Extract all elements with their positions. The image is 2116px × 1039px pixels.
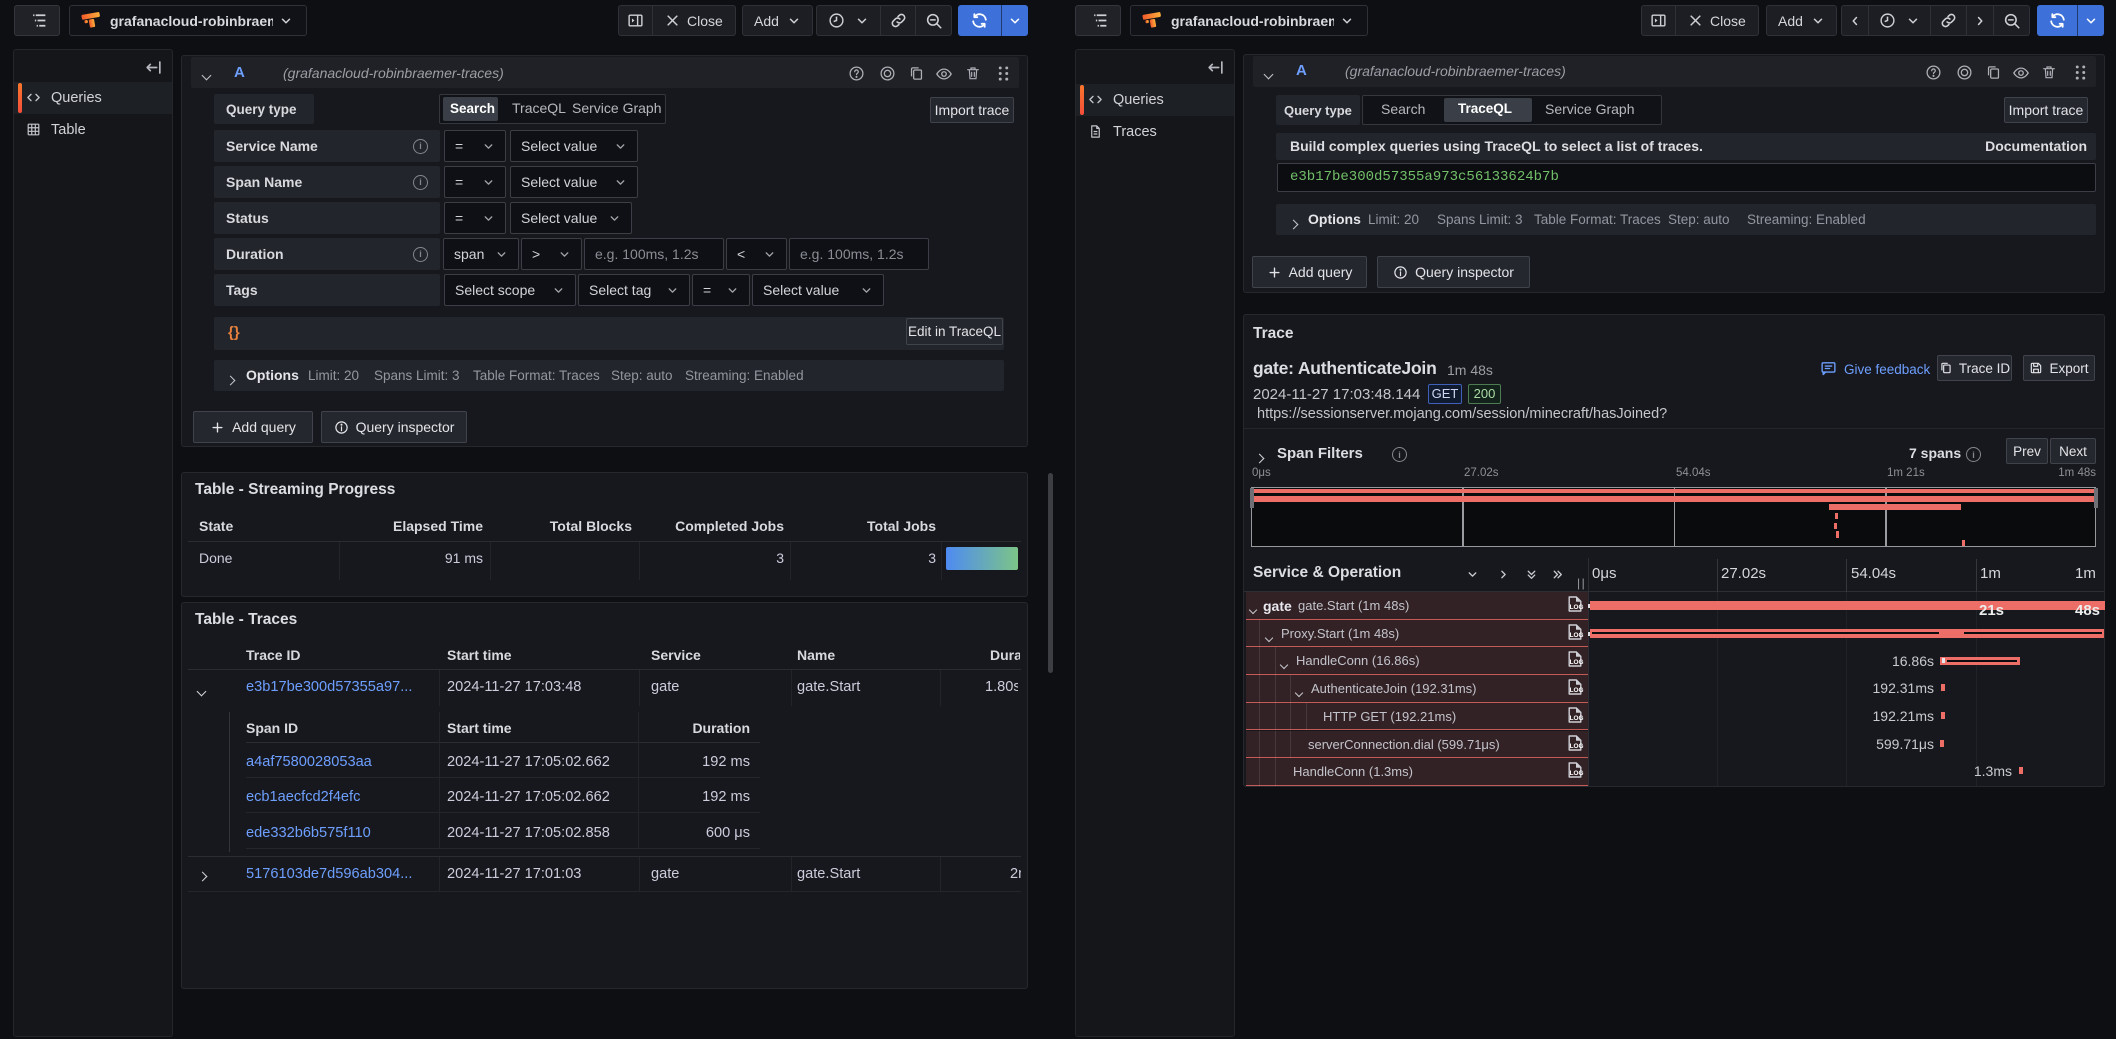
svg-text:LOG: LOG — [1570, 743, 1584, 750]
svg-text:LOG: LOG — [1570, 770, 1584, 777]
svg-text:LOG: LOG — [1570, 687, 1584, 694]
svg-text:LOG: LOG — [1570, 715, 1584, 722]
svg-text:LOG: LOG — [1570, 632, 1584, 639]
svg-text:LOG: LOG — [1570, 660, 1584, 667]
svg-text:LOG: LOG — [1570, 604, 1584, 611]
